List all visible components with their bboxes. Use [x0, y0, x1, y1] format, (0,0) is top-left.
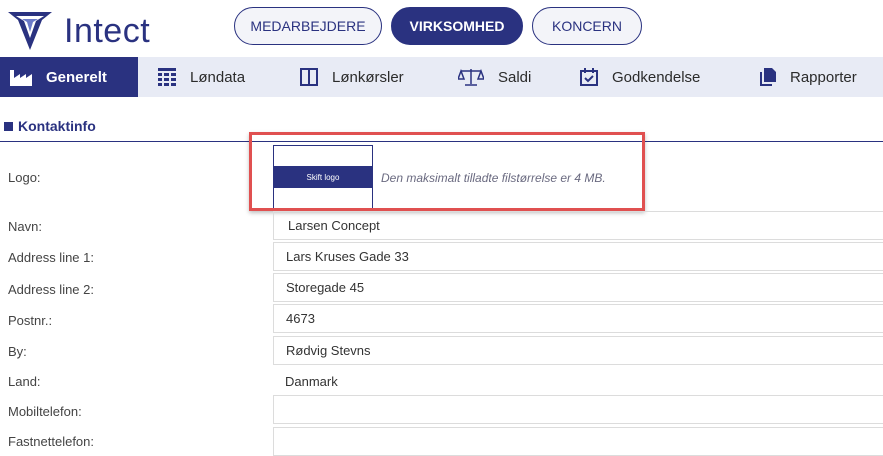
- land-label: Land:: [8, 374, 41, 389]
- nav-label: Generelt: [46, 68, 107, 86]
- intect-logo-icon: [8, 12, 52, 50]
- mobil-field[interactable]: [273, 395, 883, 424]
- top-bar: Intect MEDARBEJDERE VIRKSOMHED KONCERN: [0, 0, 883, 57]
- navn-label: Navn:: [8, 219, 42, 234]
- nav-saldi[interactable]: Saldi: [458, 57, 531, 97]
- module-nav: Generelt Løndata Lønkørsler Saldi Godken…: [0, 57, 883, 97]
- nav-loendata[interactable]: Løndata: [158, 57, 245, 97]
- mobil-label: Mobiltelefon:: [8, 404, 82, 419]
- intect-logo: Intect: [4, 8, 150, 54]
- postnr-field[interactable]: 4673: [273, 304, 883, 333]
- by-label: By:: [8, 344, 27, 359]
- logo-label: Logo:: [8, 170, 41, 185]
- address1-label: Address line 1:: [8, 250, 94, 265]
- calendar-check-icon: [580, 68, 598, 86]
- tab-koncern[interactable]: KONCERN: [532, 7, 642, 45]
- nav-label: Godkendelse: [612, 68, 701, 86]
- nav-godkendelse[interactable]: Godkendelse: [580, 57, 700, 97]
- factory-icon: [10, 70, 32, 86]
- tab-virksomhed[interactable]: VIRKSOMHED: [391, 7, 523, 45]
- columns-icon: [300, 68, 318, 86]
- nav-label: Løndata: [190, 68, 246, 86]
- nav-label: Lønkørsler: [332, 68, 404, 86]
- nav-loenkoersler[interactable]: Lønkørsler: [300, 57, 404, 97]
- grid-icon: [158, 68, 176, 86]
- by-field[interactable]: Rødvig Stevns: [273, 336, 883, 365]
- fastnet-label: Fastnettelefon:: [8, 434, 94, 449]
- nav-rapporter[interactable]: Rapporter: [758, 57, 857, 97]
- fastnet-field[interactable]: [273, 427, 883, 456]
- section-title: Kontaktinfo: [4, 118, 96, 134]
- tab-medarbejdere[interactable]: MEDARBEJDERE: [234, 7, 382, 45]
- nav-label: Saldi: [498, 68, 532, 86]
- scale-icon: [458, 68, 484, 86]
- address2-label: Address line 2:: [8, 282, 94, 297]
- section-title-text: Kontaktinfo: [18, 118, 96, 134]
- nav-label: Rapporter: [790, 68, 857, 86]
- highlight-box: [249, 132, 645, 211]
- nav-generelt[interactable]: Generelt: [0, 57, 138, 97]
- section-marker-icon: [4, 121, 13, 131]
- documents-icon: [760, 68, 776, 86]
- land-value: Danmark: [285, 374, 338, 389]
- address1-field[interactable]: Lars Kruses Gade 33: [273, 242, 883, 271]
- brand-name: Intect: [64, 11, 151, 50]
- navn-field[interactable]: Larsen Concept: [273, 211, 883, 240]
- postnr-label: Postnr.:: [8, 313, 53, 328]
- address2-field[interactable]: Storegade 45: [273, 273, 883, 302]
